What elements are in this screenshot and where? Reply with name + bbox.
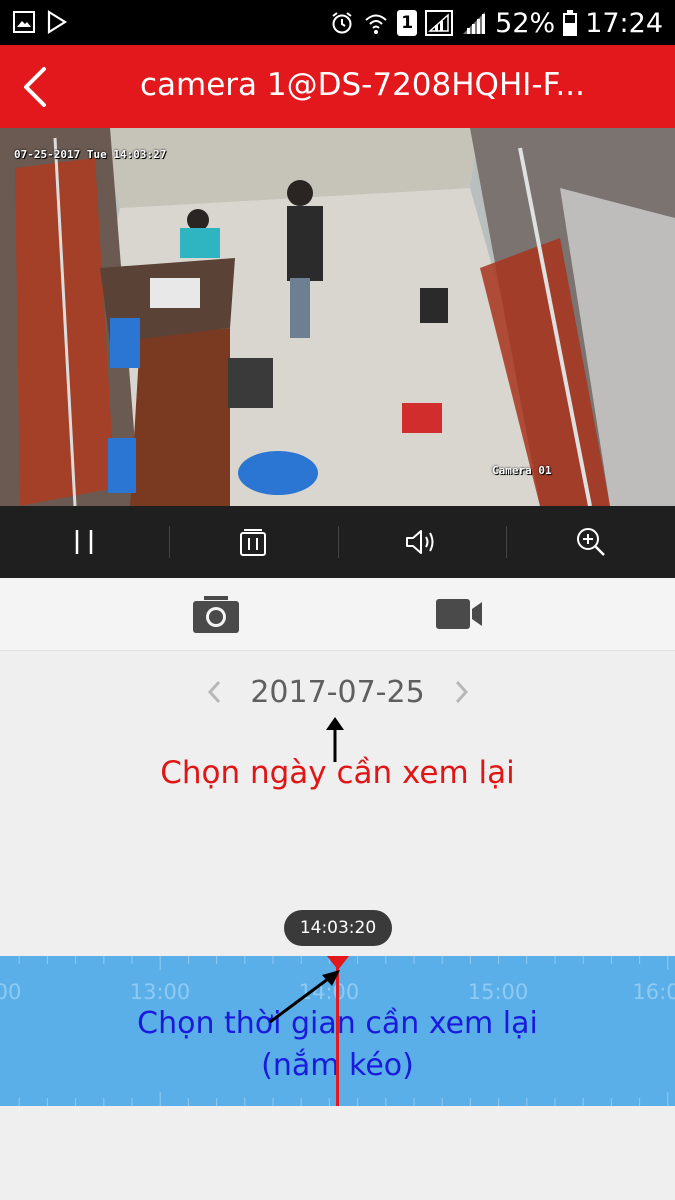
record-button[interactable] (430, 592, 490, 636)
signal-icon (463, 12, 486, 34)
osd-datetime: 07-25-2017 Tue 14:03:27 (14, 148, 167, 161)
capture-bar (0, 578, 675, 651)
camera-snapshot-icon (193, 596, 239, 633)
back-arrow-icon (24, 67, 46, 107)
video-player[interactable]: 07-25-2017 Tue 14:03:27 Camera 01 (0, 128, 675, 506)
sim-icon: 1 (397, 10, 418, 36)
pause-button[interactable] (0, 506, 169, 578)
timeline-label: 16:0 (632, 980, 675, 1004)
gallery-icon (13, 11, 35, 33)
timeline-label: 13:00 (129, 980, 191, 1004)
chevron-right-icon (455, 680, 469, 704)
current-time-bubble: 14:03:20 (284, 910, 392, 946)
date-picker: 2017-07-25 (0, 665, 675, 721)
page-title: camera 1@DS-7208HQHI-F... (139, 67, 586, 103)
signal-icon (425, 10, 454, 36)
play-store-icon (47, 10, 68, 34)
battery-icon (563, 10, 578, 36)
clock: 17:24 (585, 7, 663, 39)
battery-percent: 52% (495, 7, 556, 39)
snapshot-button[interactable] (186, 592, 246, 636)
video-record-icon (436, 599, 482, 629)
zoom-button[interactable] (506, 506, 675, 578)
volume-button[interactable] (337, 506, 507, 578)
date-annotation: Chọn ngày cần xem lại (160, 755, 515, 791)
next-day-button[interactable] (446, 677, 476, 707)
selected-date[interactable]: 2017-07-25 (0, 675, 675, 710)
back-button[interactable] (16, 65, 56, 109)
wifi-icon (365, 14, 387, 34)
camera-feed-image (0, 128, 675, 506)
timeline-label: 00 (0, 980, 22, 1004)
zoom-in-icon (576, 528, 605, 556)
playback-controls (0, 506, 675, 578)
osd-camera-name: Camera 01 (492, 464, 552, 477)
alarm-icon (332, 12, 352, 34)
multi-window-icon (240, 529, 267, 556)
bottom-area (0, 1106, 675, 1200)
multi-window-button[interactable] (168, 506, 338, 578)
app-bar: camera 1@DS-7208HQHI-F... (0, 45, 675, 128)
status-bar: 1 52% 17:24 (0, 0, 675, 45)
pause-icon (76, 530, 93, 554)
annotation-arrow-diagonal-icon (269, 970, 340, 1024)
timeline-label: 15:00 (467, 980, 529, 1004)
volume-icon (405, 530, 434, 554)
